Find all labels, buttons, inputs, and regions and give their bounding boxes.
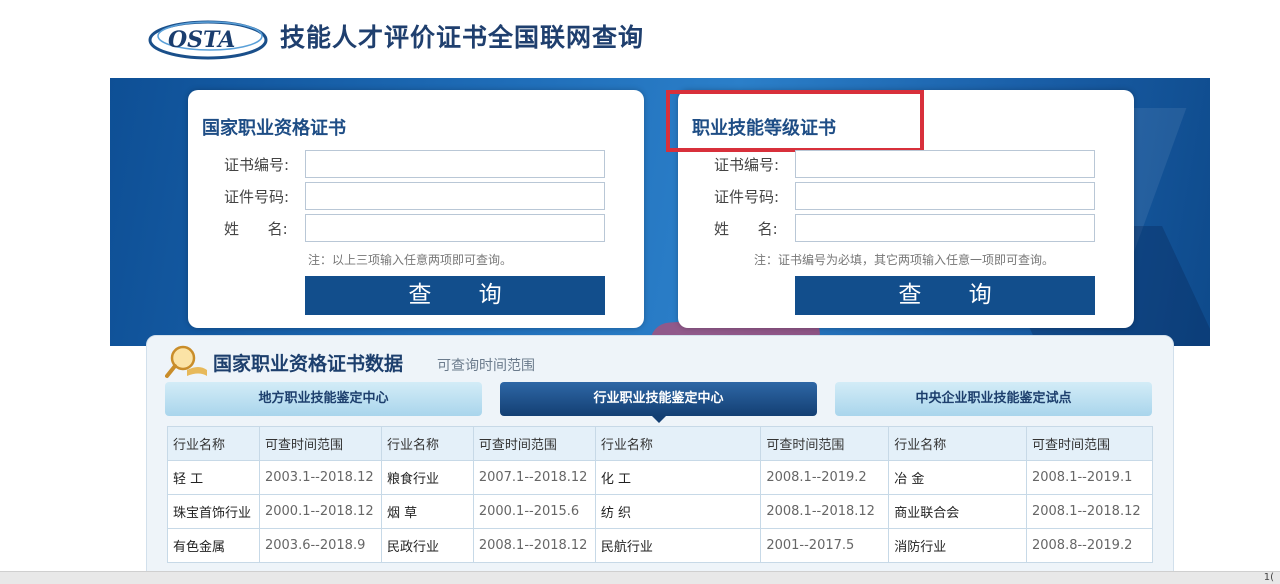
data-section-subtitle: 可查询时间范围 (437, 358, 535, 374)
table-row: 珠宝首饰行业 2000.1--2018.12 烟 草 2000.1--2015.… (167, 494, 1154, 529)
industry-name: 纺 织 (594, 494, 762, 529)
field-label: 证件号码: (224, 188, 290, 206)
table-header-row: 行业名称 可查时间范围 行业名称 可查时间范围 行业名称 可查时间范围 行业名称… (167, 426, 1154, 461)
certificate-number-row: 证书编号: (678, 150, 1134, 178)
site-title: 技能人才评价证书全国联网查询 (280, 23, 645, 52)
time-range: 2000.1--2018.12 (258, 494, 382, 529)
name-input[interactable] (305, 214, 605, 242)
id-number-row: 证件号码: (678, 182, 1134, 210)
column-header: 行业名称 (888, 426, 1027, 461)
certificate-number-input[interactable] (305, 150, 605, 178)
field-label: 证件号码: (714, 188, 780, 206)
tab-industry-center[interactable]: 行业职业技能鉴定中心 (500, 382, 817, 423)
certificate-data-section: 国家职业资格证书数据 可查询时间范围 地方职业技能鉴定中心 行业职业技能鉴定中心… (146, 335, 1174, 584)
time-range: 2008.1--2018.12 (472, 528, 596, 563)
zoom-indicator[interactable]: 1( (1264, 572, 1274, 583)
time-range: 2000.1--2015.6 (472, 494, 596, 529)
id-number-input[interactable] (305, 182, 605, 210)
data-section-title: 国家职业资格证书数据 (213, 353, 404, 375)
name-input[interactable] (795, 214, 1095, 242)
time-range: 2003.6--2018.9 (258, 528, 382, 563)
field-label: 姓 名: (714, 220, 778, 238)
industry-name: 商业联合会 (888, 494, 1027, 529)
magnifier-icon (165, 345, 207, 378)
time-range: 2003.1--2018.12 (258, 460, 382, 495)
osta-logo: OSTA (148, 20, 268, 60)
industry-name: 民政行业 (380, 528, 474, 563)
certificate-number-input[interactable] (795, 150, 1095, 178)
time-range: 2008.1--2019.1 (1025, 460, 1154, 495)
field-label: 证书编号: (224, 156, 290, 174)
tab-local-center[interactable]: 地方职业技能鉴定中心 (165, 382, 482, 416)
column-header: 可查时间范围 (472, 426, 596, 461)
query-note: 注：证书编号为必填，其它两项输入任意一项即可查询。 (754, 253, 1055, 267)
national-certificate-panel: 国家职业资格证书 证书编号: 证件号码: 姓 名: 注：以上三项输入任意两项即可… (188, 90, 644, 328)
browser-status-bar: 1( (0, 571, 1280, 584)
time-range: 2008.1--2019.2 (760, 460, 890, 495)
industry-name: 化 工 (594, 460, 762, 495)
industry-name: 民航行业 (594, 528, 762, 563)
query-button[interactable]: 查 询 (305, 276, 605, 315)
name-row: 姓 名: (188, 214, 644, 242)
industry-name: 有色金属 (167, 528, 260, 563)
field-label: 证书编号: (714, 156, 780, 174)
logo-text: OSTA (168, 27, 235, 53)
industry-data-table: 行业名称 可查时间范围 行业名称 可查时间范围 行业名称 可查时间范围 行业名称… (167, 426, 1154, 563)
panel-title: 职业技能等级证书 (692, 118, 836, 139)
industry-name: 冶 金 (888, 460, 1027, 495)
time-range: 2008.1--2018.12 (1025, 494, 1154, 529)
column-header: 可查时间范围 (258, 426, 382, 461)
query-note: 注：以上三项输入任意两项即可查询。 (308, 253, 513, 267)
query-button[interactable]: 查 询 (795, 276, 1095, 315)
id-number-row: 证件号码: (188, 182, 644, 210)
time-range: 2008.8--2019.2 (1025, 528, 1154, 563)
industry-name: 珠宝首饰行业 (167, 494, 260, 529)
column-header: 行业名称 (167, 426, 260, 461)
industry-name: 轻 工 (167, 460, 260, 495)
industry-name: 消防行业 (888, 528, 1027, 563)
time-range: 2001--2017.5 (760, 528, 890, 563)
table-row: 有色金属 2003.6--2018.9 民政行业 2008.1--2018.12… (167, 528, 1154, 563)
panel-title: 国家职业资格证书 (202, 118, 346, 139)
time-range: 2008.1--2018.12 (760, 494, 890, 529)
certificate-number-row: 证书编号: (188, 150, 644, 178)
id-number-input[interactable] (795, 182, 1095, 210)
skill-level-certificate-panel: 职业技能等级证书 证书编号: 证件号码: 姓 名: 注：证书编号为必填，其它两项… (666, 90, 1134, 328)
tab-central-enterprise[interactable]: 中央企业职业技能鉴定试点 (835, 382, 1152, 416)
industry-name: 烟 草 (380, 494, 474, 529)
field-label: 姓 名: (224, 220, 288, 238)
column-header: 行业名称 (594, 426, 762, 461)
table-row: 轻 工 2003.1--2018.12 粮食行业 2007.1--2018.12… (167, 460, 1154, 495)
column-header: 行业名称 (380, 426, 474, 461)
name-row: 姓 名: (678, 214, 1134, 242)
column-header: 可查时间范围 (760, 426, 890, 461)
column-header: 可查时间范围 (1025, 426, 1154, 461)
page-header: OSTA 技能人才评价证书全国联网查询 (0, 0, 1280, 78)
time-range: 2007.1--2018.12 (472, 460, 596, 495)
industry-name: 粮食行业 (380, 460, 474, 495)
